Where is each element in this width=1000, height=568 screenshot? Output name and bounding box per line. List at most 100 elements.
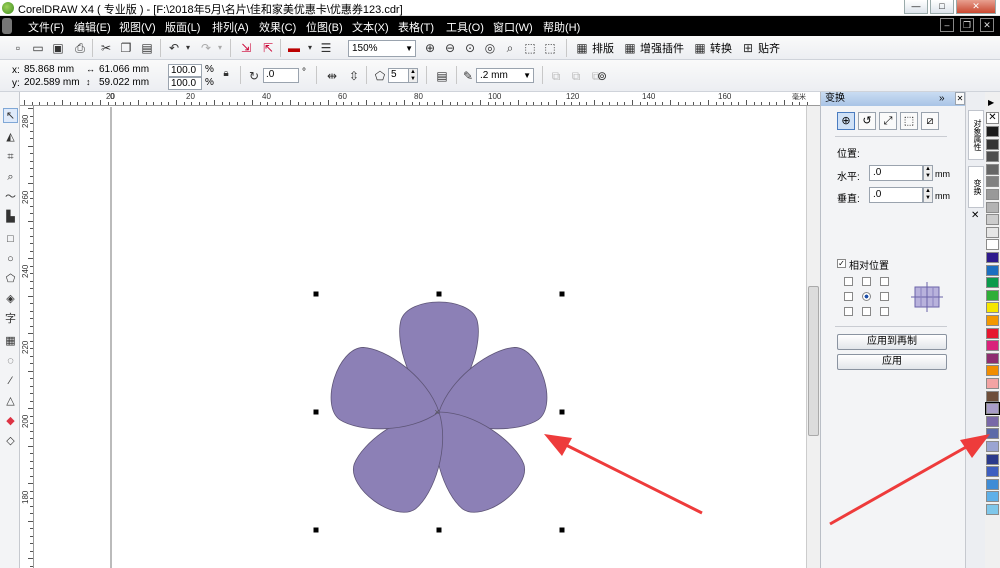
- color-swatch[interactable]: [986, 378, 999, 389]
- transform-skew-icon[interactable]: ⧄: [921, 112, 939, 130]
- vertical-position-input[interactable]: .0: [869, 187, 923, 203]
- interactive-fill-tool-icon[interactable]: ◇: [3, 434, 18, 449]
- docker-close-icon[interactable]: ✕: [955, 92, 965, 105]
- publish-pdf-icon[interactable]: ▬: [286, 40, 302, 56]
- color-swatch[interactable]: [986, 441, 999, 452]
- copy-icon[interactable]: ❐: [118, 40, 134, 56]
- interactive-blend-tool-icon[interactable]: ◌: [3, 354, 18, 369]
- app-menu-icon[interactable]: [2, 18, 12, 34]
- vertical-scrollbar[interactable]: [806, 106, 820, 568]
- break-apart-icon[interactable]: ⧉: [568, 68, 584, 84]
- transform-rotate-icon[interactable]: ↺: [858, 112, 876, 130]
- selection-handle[interactable]: [559, 291, 565, 297]
- color-swatch[interactable]: [986, 201, 999, 213]
- mirror-vertical-icon[interactable]: ⇳: [346, 68, 362, 84]
- color-swatch[interactable]: [986, 390, 999, 402]
- minimize-button[interactable]: —: [904, 0, 928, 14]
- color-swatch[interactable]: [986, 428, 999, 440]
- zoom-page-icon[interactable]: ⌕: [502, 40, 518, 56]
- plugin-convert-button[interactable]: 转换: [710, 40, 732, 56]
- menu-arrange[interactable]: 排列(A): [212, 19, 249, 35]
- shape-tool-icon[interactable]: ◭: [3, 130, 18, 145]
- publish-dropdown-icon[interactable]: ▾: [302, 40, 318, 56]
- zoom-selected-icon[interactable]: ⊙: [462, 40, 478, 56]
- menu-help[interactable]: 帮助(H): [543, 19, 580, 35]
- height-field[interactable]: 59.022 mm: [97, 77, 157, 90]
- side-tab-close-icon[interactable]: ✕: [971, 210, 979, 221]
- apply-to-duplicate-button[interactable]: 应用到再制: [837, 334, 947, 350]
- maximize-button[interactable]: □: [930, 0, 954, 14]
- anchor-ml[interactable]: [844, 292, 853, 301]
- object-properties-tab[interactable]: 对象属性: [968, 110, 984, 160]
- selection-handle[interactable]: [559, 527, 565, 533]
- anchor-br[interactable]: [880, 307, 889, 316]
- selection-handle[interactable]: [313, 527, 319, 533]
- menu-effects[interactable]: 效果(C): [259, 19, 296, 35]
- x-position-field[interactable]: 85.868 mm: [22, 64, 82, 77]
- transform-size-icon[interactable]: ⬚: [900, 112, 918, 130]
- color-swatch[interactable]: [985, 402, 1000, 416]
- anchor-tl[interactable]: [844, 277, 853, 286]
- pick-tool-pointer-icon[interactable]: ↖: [3, 108, 18, 123]
- text-tool-icon[interactable]: 字: [3, 312, 18, 327]
- color-swatch[interactable]: [986, 226, 999, 238]
- scale-height-field[interactable]: 100.0: [168, 77, 202, 90]
- cut-icon[interactable]: ✂: [98, 40, 114, 56]
- anchor-center[interactable]: [862, 292, 871, 301]
- plugin-snap-button[interactable]: 贴齐: [758, 40, 780, 56]
- doc-close-icon[interactable]: ✕: [980, 18, 994, 32]
- anchor-bl[interactable]: [844, 307, 853, 316]
- horizontal-spinner[interactable]: ▲ ▼: [923, 165, 933, 181]
- outline-width-select[interactable]: .2 mm ▼: [476, 68, 534, 83]
- y-position-field[interactable]: 202.589 mm: [22, 77, 82, 90]
- menu-file[interactable]: 文件(F): [28, 19, 64, 35]
- doc-restore-icon[interactable]: ❐: [960, 18, 974, 32]
- vertical-ruler[interactable]: 280 260 240 220 200 180: [20, 106, 34, 568]
- vertical-spinner[interactable]: ▲ ▼: [923, 187, 933, 203]
- outline-tool-icon[interactable]: △: [3, 394, 18, 409]
- selection-handle[interactable]: [436, 527, 442, 533]
- rotation-field[interactable]: .0: [263, 68, 299, 83]
- horizontal-position-input[interactable]: .0: [869, 165, 923, 181]
- color-swatch[interactable]: [986, 466, 999, 478]
- export-icon[interactable]: ⇱: [260, 40, 276, 56]
- color-swatch[interactable]: [986, 264, 999, 276]
- scrollbar-thumb[interactable]: [808, 286, 819, 436]
- selection-handle[interactable]: [313, 291, 319, 297]
- anchor-mr[interactable]: [880, 292, 889, 301]
- convert-to-curves-icon[interactable]: ⊚: [594, 68, 610, 84]
- color-swatch[interactable]: [986, 415, 999, 427]
- doc-minimize-icon[interactable]: –: [940, 18, 954, 32]
- crop-tool-icon[interactable]: ⌗: [3, 150, 18, 165]
- rectangle-tool-icon[interactable]: □: [3, 232, 18, 247]
- no-color-swatch-icon[interactable]: ✕: [986, 112, 999, 124]
- anchor-tr[interactable]: [880, 277, 889, 286]
- color-swatch[interactable]: [986, 352, 999, 364]
- menu-edit[interactable]: 编辑(E): [74, 19, 111, 35]
- layout-plugin-icon[interactable]: ▦: [574, 40, 590, 56]
- color-swatch[interactable]: [986, 327, 999, 339]
- color-swatch[interactable]: [986, 478, 999, 490]
- drawing-canvas[interactable]: ×: [35, 107, 806, 568]
- anchor-tc[interactable]: [862, 277, 871, 286]
- anchor-bc[interactable]: [862, 307, 871, 316]
- convert-plugin-icon[interactable]: ▦: [692, 40, 708, 56]
- menu-table[interactable]: 表格(T): [398, 19, 434, 35]
- palette-scroll-up-icon[interactable]: ▶: [988, 98, 994, 107]
- transform-position-icon[interactable]: ⊕: [837, 112, 855, 130]
- color-swatch[interactable]: [986, 138, 999, 150]
- selection-handle[interactable]: [559, 409, 565, 415]
- fill-tool-icon[interactable]: ◆: [3, 414, 18, 429]
- color-swatch[interactable]: [986, 277, 999, 289]
- transform-scale-icon[interactable]: ⤢: [879, 112, 897, 130]
- paste-icon[interactable]: ▤: [139, 40, 155, 56]
- menu-text[interactable]: 文本(X): [352, 19, 389, 35]
- polygon-tool-icon[interactable]: ⬠: [3, 272, 18, 287]
- application-launcher-icon[interactable]: ☰: [318, 40, 334, 56]
- eyedropper-tool-icon[interactable]: ⁄: [3, 374, 18, 389]
- selection-handle[interactable]: [313, 409, 319, 415]
- color-swatch[interactable]: [986, 340, 999, 352]
- width-field[interactable]: 61.066 mm: [97, 64, 157, 77]
- menu-view[interactable]: 视图(V): [119, 19, 156, 35]
- color-swatch[interactable]: [986, 189, 999, 200]
